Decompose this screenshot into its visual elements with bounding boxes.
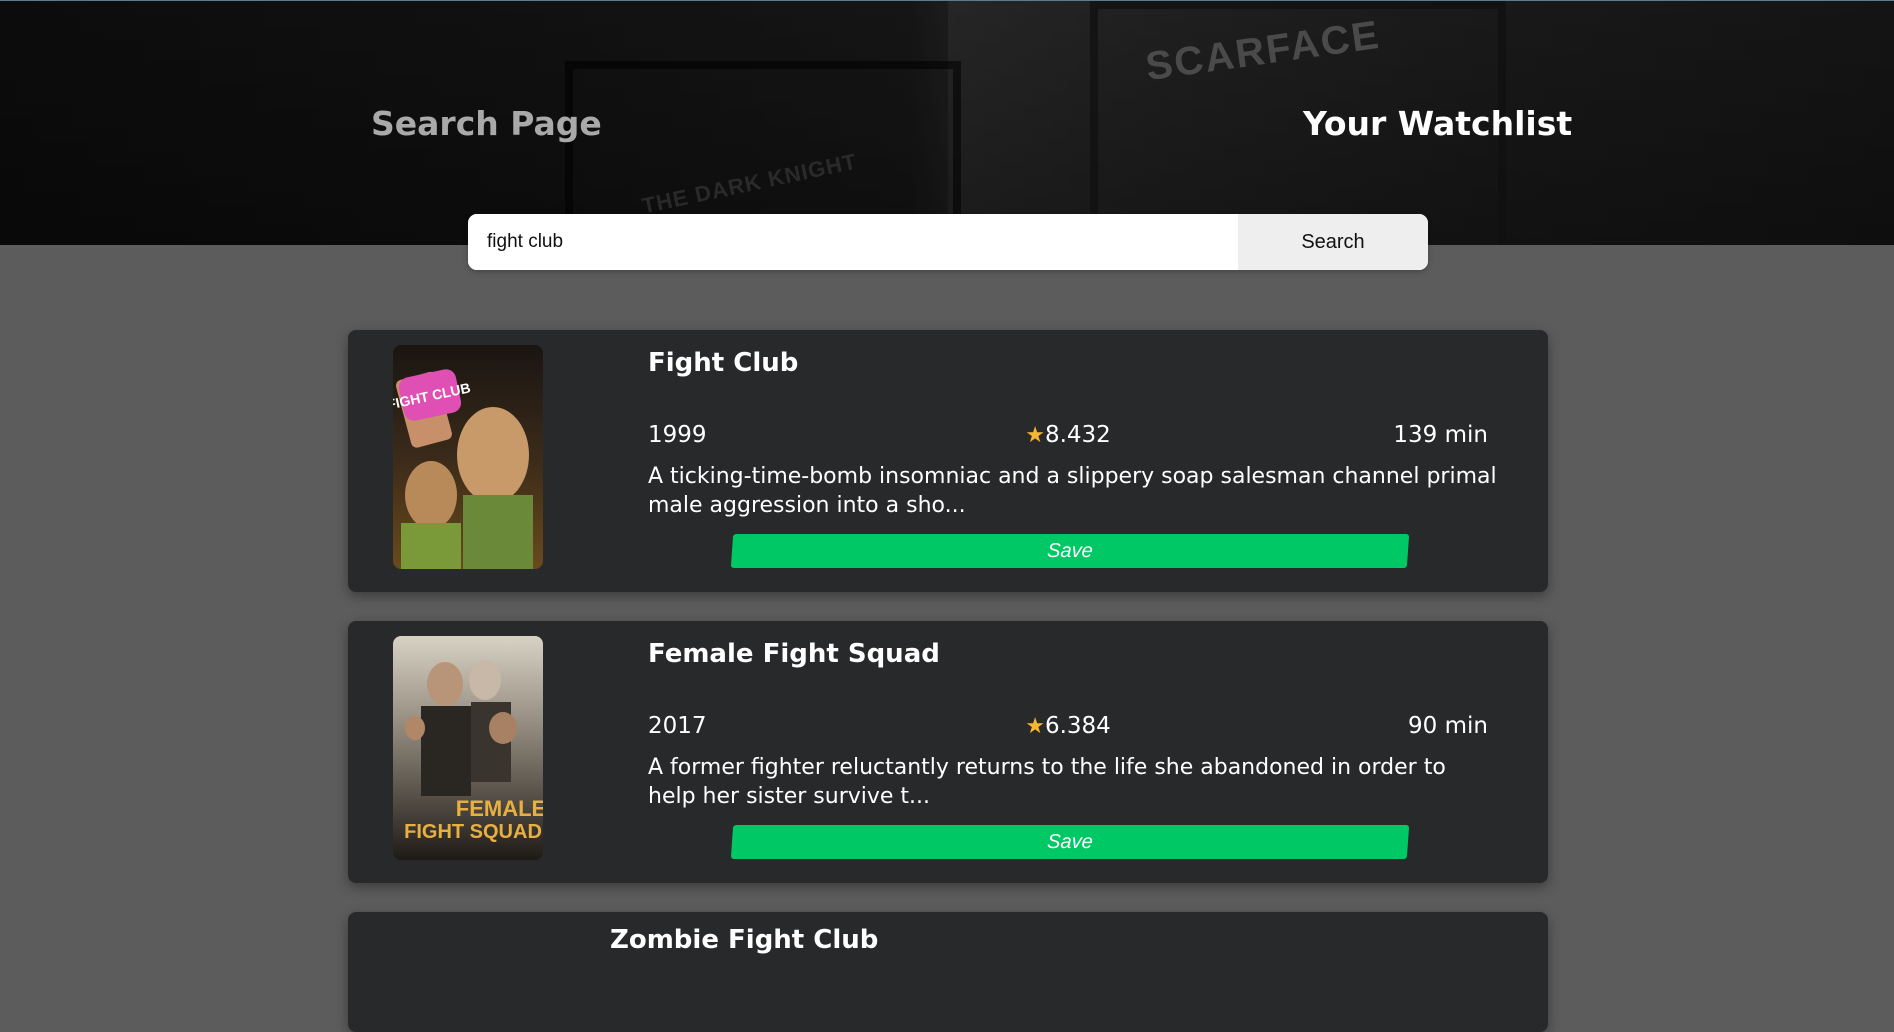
movie-card: FIGHT CLUB Fight Club 1999 ★8.432 139 mi…: [348, 330, 1548, 592]
poster-title-line-1: FEMALE: [456, 796, 543, 821]
star-icon: ★: [1025, 423, 1045, 448]
movie-poster[interactable]: FIGHT CLUB: [393, 345, 543, 569]
search-input[interactable]: [468, 214, 1238, 270]
movie-runtime: 90 min: [1408, 713, 1488, 739]
movie-card: Zombie Fight Club: [348, 912, 1548, 1032]
save-button[interactable]: Save: [730, 825, 1410, 859]
movie-title: Female Fight Squad: [648, 639, 940, 669]
nav-your-watchlist[interactable]: Your Watchlist: [1303, 104, 1572, 143]
rating-value: 8.432: [1044, 422, 1111, 448]
movie-meta: 2017 ★6.384 90 min: [648, 713, 1488, 743]
star-icon: ★: [1025, 714, 1045, 739]
movie-overview: A former fighter reluctantly returns to …: [648, 755, 1446, 809]
save-button[interactable]: Save: [730, 534, 1410, 568]
movie-rating: ★6.384: [648, 713, 1488, 739]
poster-title-line-2: FIGHT SQUAD: [404, 821, 542, 843]
movie-card: FEMALE FIGHT SQUAD Female Fight Squad 20…: [348, 621, 1548, 883]
hero-banner: SCARFACE THE DARK KNIGHT Search Page You…: [0, 0, 1894, 245]
poster-image: FEMALE FIGHT SQUAD: [393, 636, 543, 860]
movie-overview: A ticking-time-bomb insomniac and a slip…: [648, 464, 1497, 518]
movie-rating: ★8.432: [648, 422, 1488, 448]
movie-meta: 1999 ★8.432 139 min: [648, 422, 1488, 452]
movie-title: Fight Club: [648, 348, 799, 378]
search-button[interactable]: Search: [1238, 214, 1428, 270]
search-bar: Search: [468, 214, 1428, 270]
poster-image: FIGHT CLUB: [393, 345, 543, 569]
rating-value: 6.384: [1044, 713, 1111, 739]
movie-poster[interactable]: FEMALE FIGHT SQUAD: [393, 636, 543, 860]
nav-search-page[interactable]: Search Page: [371, 104, 602, 143]
movie-title: Zombie Fight Club: [610, 925, 879, 955]
movie-runtime: 139 min: [1393, 422, 1488, 448]
